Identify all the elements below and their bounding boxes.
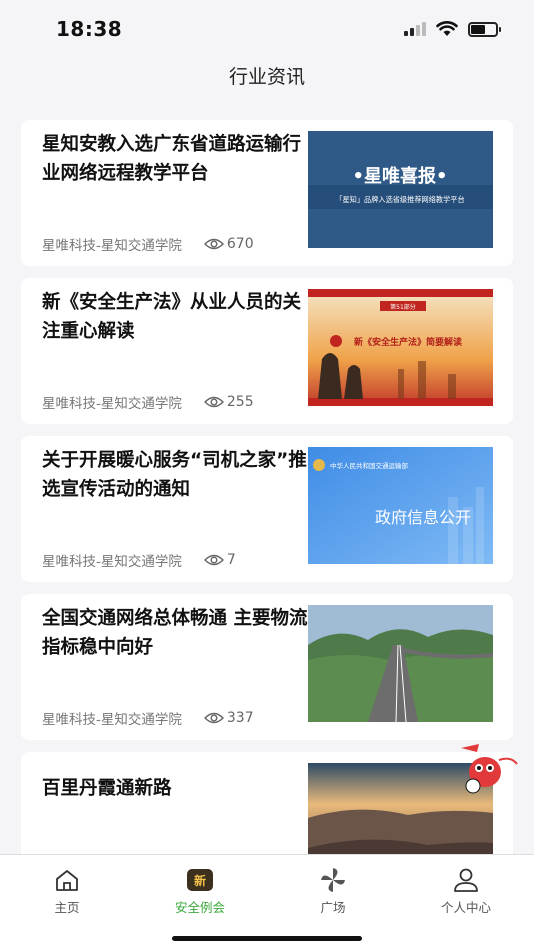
home-icon (56, 870, 78, 891)
article-meta: 星唯科技-星知交通学院 670 (42, 234, 254, 254)
view-count: 7 (203, 552, 236, 568)
meeting-icon: 新 (187, 869, 213, 891)
article-source: 星唯科技-星知交通学院 (42, 396, 182, 412)
article-source: 星唯科技-星知交通学院 (42, 238, 182, 254)
view-count: 337 (203, 710, 254, 726)
article-source: 星唯科技-星知交通学院 (42, 554, 182, 570)
thumb-org: 中华人民共和国交通运输部 (330, 461, 409, 470)
article-card[interactable]: 关于开展暖心服务“司机之家”推选宣传活动的通知 星唯科技-星知交通学院 7 中华… (21, 436, 513, 582)
article-title: 全国交通网络总体畅通 主要物流指标稳中向好 (42, 608, 308, 658)
article-title: 新《安全生产法》从业人员的关注重心解读 (42, 292, 302, 342)
article-thumbnail: 中华人民共和国交通运输部 政府信息公开 (308, 447, 493, 564)
cellular-signal-icon (404, 22, 426, 36)
article-thumbnail: •星唯喜报• 「星知」品牌入选省级推荐网络教学平台 (308, 131, 493, 248)
home-indicator (172, 936, 362, 941)
article-thumbnail: 第51部分 新《安全生产法》简要解读 (308, 289, 493, 406)
eye-icon (203, 396, 224, 408)
article-title: 星知安教入选广东省道路运输行业网络远程教学平台 (42, 134, 302, 184)
thumb-title: •星唯喜报• (352, 165, 447, 187)
tab-label: 安全例会 (174, 900, 225, 915)
tab-profile[interactable]: 个人中心 (416, 867, 516, 916)
article-title: 关于开展暖心服务“司机之家”推选宣传活动的通知 (42, 450, 307, 500)
article-card[interactable]: 星知安教入选广东省道路运输行业网络远程教学平台 星唯科技-星知交通学院 670 … (21, 120, 513, 266)
thumb-tag: 第51部分 (390, 303, 416, 311)
tab-label: 个人中心 (440, 900, 491, 915)
article-card[interactable]: 新《安全生产法》从业人员的关注重心解读 星唯科技-星知交通学院 255 第51部… (21, 278, 513, 424)
article-thumbnail (308, 605, 493, 722)
battery-icon (468, 21, 501, 37)
user-icon (454, 868, 478, 892)
article-meta: 星唯科技-星知交通学院 255 (42, 392, 254, 412)
status-time: 18:38 (56, 17, 123, 41)
article-meta: 星唯科技-星知交通学院 337 (42, 708, 254, 728)
article-title: 百里丹霞通新路 (42, 778, 172, 799)
status-bar: 18:38 (0, 0, 534, 58)
article-meta: 星唯科技-星知交通学院 7 (42, 550, 236, 570)
eye-icon (203, 712, 224, 724)
thumb-title: 新《安全生产法》简要解读 (354, 336, 462, 348)
thumb-caption: 「星知」品牌入选省级推荐网络教学平台 (335, 195, 464, 204)
tab-plaza[interactable]: 广场 (283, 867, 383, 916)
view-count: 255 (203, 394, 254, 410)
tab-safety-meeting[interactable]: 新 安全例会 (150, 867, 250, 916)
status-icons (404, 21, 501, 37)
wifi-icon (436, 21, 458, 36)
news-feed[interactable]: 星知安教入选广东省道路运输行业网络远程教学平台 星唯科技-星知交通学院 670 … (21, 120, 513, 910)
mascot-sticker-icon (461, 744, 518, 794)
pinwheel-icon (321, 868, 345, 892)
view-count: 670 (203, 236, 254, 252)
tab-label: 广场 (320, 900, 346, 915)
eye-icon (203, 238, 224, 250)
page-title: 行业资讯 (228, 66, 305, 88)
tab-label: 主页 (54, 900, 80, 915)
article-source: 星唯科技-星知交通学院 (42, 712, 182, 728)
article-card[interactable]: 全国交通网络总体畅通 主要物流指标稳中向好 星唯科技-星知交通学院 337 (21, 594, 513, 740)
tab-home[interactable]: 主页 (17, 867, 117, 916)
eye-icon (203, 554, 224, 566)
